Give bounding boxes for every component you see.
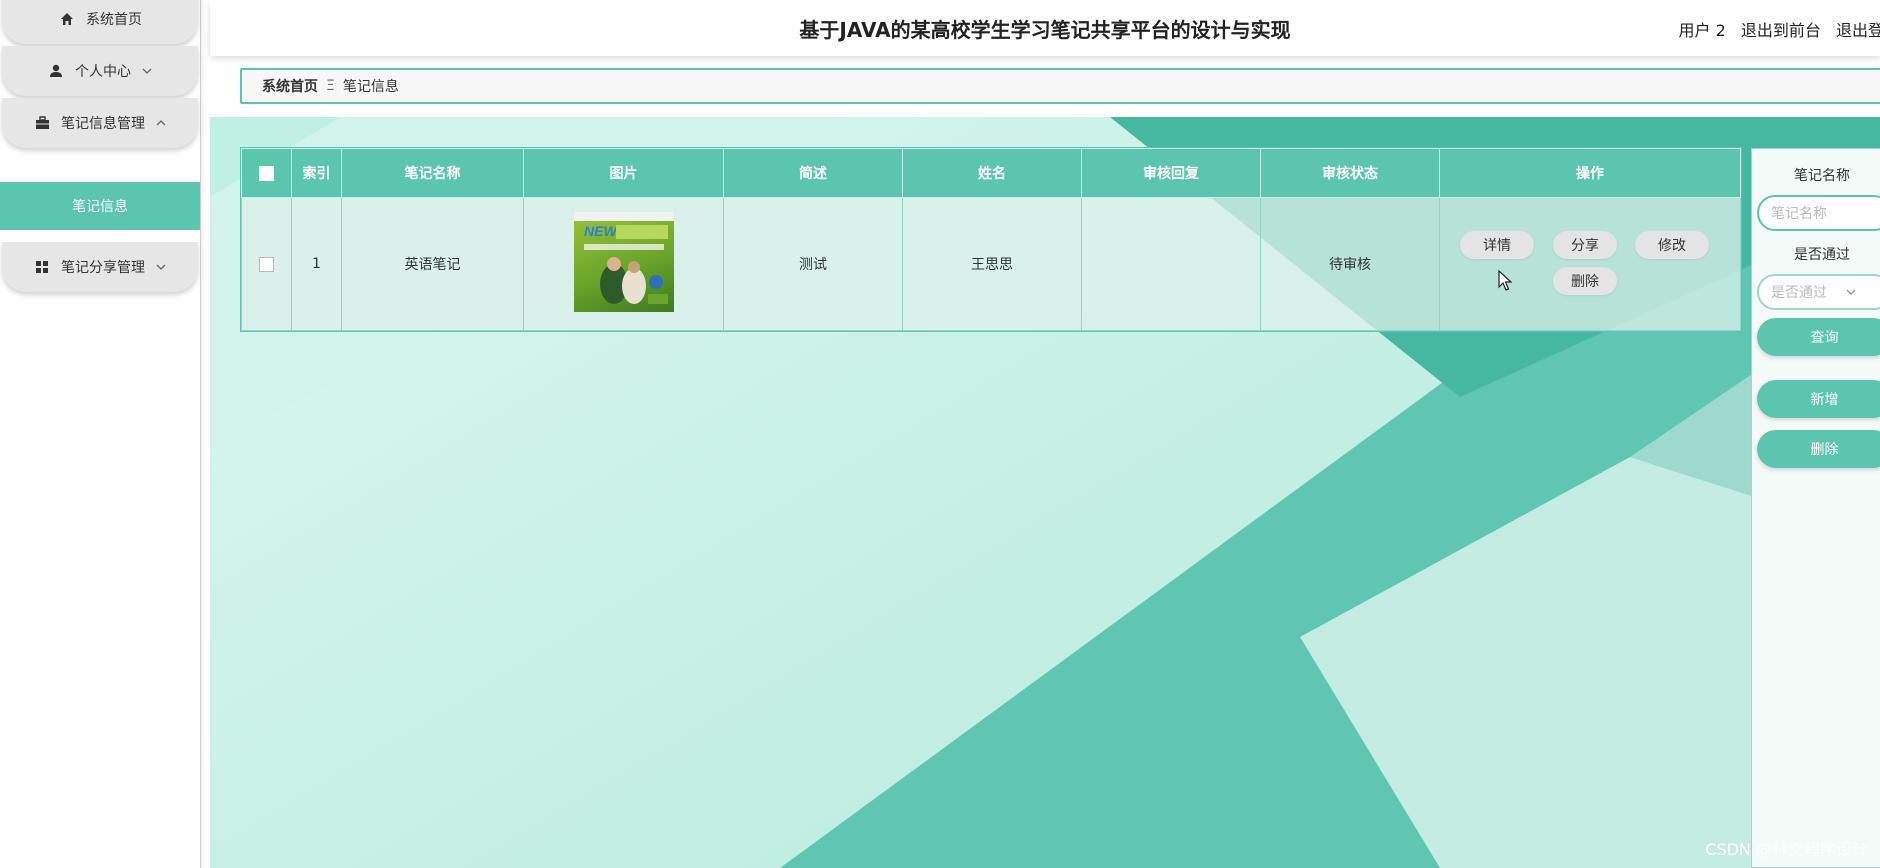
row-index: 1: [291, 197, 342, 331]
sidebar-item-label: 个人中心: [75, 64, 131, 80]
breadcrumb-home[interactable]: 系统首页: [262, 76, 318, 96]
sidebar-item-label: 系统首页: [86, 12, 142, 28]
notes-table: 索引 笔记名称 图片 简述 姓名 审核回复 审核状态 操作 1 英语笔记 NEW…: [240, 147, 1742, 332]
edit-button[interactable]: 修改: [1635, 231, 1709, 259]
column-header: 姓名: [902, 148, 1082, 198]
approval-label: 是否通过: [1794, 247, 1850, 263]
watermark-text: CSDN @林文程序设计: [1705, 840, 1868, 859]
sidebar-item-home[interactable]: 系统首页: [2, 0, 198, 44]
sidebar-item-profile[interactable]: 个人中心: [2, 46, 198, 96]
select-all-header: [241, 148, 292, 198]
chevron-up-icon: [155, 117, 167, 129]
sidebar-item-label: 笔记分享管理: [61, 260, 145, 276]
row-image-cell: NEW: [523, 197, 724, 331]
row-status: 待审核: [1260, 197, 1440, 331]
note-name-input[interactable]: 笔记名称: [1757, 195, 1880, 231]
bulk-delete-button[interactable]: 删除: [1757, 430, 1880, 468]
breadcrumb: 系统首页 Ξ 笔记信息: [240, 68, 1880, 104]
column-header: 操作: [1439, 148, 1741, 198]
query-button[interactable]: 查询: [1757, 318, 1880, 356]
header-user-area: 用户 2 退出到前台 退出登: [1669, 17, 1880, 41]
delete-row-button[interactable]: 删除: [1553, 267, 1617, 295]
row-note-name: 英语笔记: [341, 197, 524, 331]
briefcase-icon: [33, 114, 51, 132]
sidebar-shadow: [200, 0, 206, 868]
sidebar-item-share-management[interactable]: 笔记分享管理: [2, 242, 198, 292]
app-title: 基于JAVA的某高校学生学习笔记共享平台的设计与实现: [799, 18, 1291, 42]
row-reply: [1081, 197, 1261, 331]
add-button[interactable]: 新增: [1757, 380, 1880, 418]
logout-link[interactable]: 退出登: [1836, 21, 1880, 40]
home-icon: [58, 10, 76, 28]
row-person: 王思思: [902, 197, 1082, 331]
table-row: 1 英语笔记 NEW 测试 王思思 待审核 详情 分享 修改 删除: [241, 197, 1741, 331]
sidebar-subitem-note-info[interactable]: 笔记信息: [0, 182, 200, 230]
column-header: 图片: [523, 148, 724, 198]
user-icon: [47, 62, 65, 80]
note-cover-image: NEW: [573, 212, 674, 312]
row-checkbox[interactable]: [259, 256, 274, 272]
approval-select-placeholder: 是否通过: [1771, 285, 1827, 301]
chevron-down-icon: [1845, 286, 1857, 298]
top-header: 基于JAVA的某高校学生学习笔记共享平台的设计与实现 用户 2 退出到前台 退出…: [210, 0, 1880, 56]
select-all-checkbox[interactable]: [259, 165, 274, 181]
chevron-down-icon: [155, 261, 167, 273]
row-actions: 详情 分享 修改 删除: [1439, 197, 1741, 331]
grid-icon: [33, 258, 51, 276]
breadcrumb-current: 笔记信息: [342, 79, 399, 95]
detail-button[interactable]: 详情: [1460, 231, 1534, 259]
sidebar: 系统首页 个人中心 笔记信息管理 笔记信息 笔记分享管理: [0, 0, 201, 868]
mouse-cursor-icon: [1498, 269, 1513, 296]
column-header: 审核回复: [1081, 148, 1261, 198]
sidebar-item-label: 笔记信息: [72, 199, 128, 215]
row-select-cell: [241, 197, 292, 331]
column-header: 审核状态: [1260, 148, 1440, 198]
share-button[interactable]: 分享: [1553, 231, 1617, 259]
approval-select[interactable]: 是否通过: [1757, 274, 1880, 310]
sidebar-item-label: 笔记信息管理: [61, 116, 145, 132]
note-name-label: 笔记名称: [1794, 168, 1850, 184]
breadcrumb-separator-icon: Ξ: [326, 78, 335, 94]
column-header: 索引: [291, 148, 342, 198]
goto-front-link[interactable]: 退出到前台: [1741, 21, 1821, 40]
svg-text:NEW: NEW: [584, 223, 618, 239]
column-header: 笔记名称: [341, 148, 524, 198]
chevron-down-icon: [141, 65, 153, 77]
column-header: 简述: [723, 148, 903, 198]
table-header-row: 索引 笔记名称 图片 简述 姓名 审核回复 审核状态 操作: [241, 148, 1741, 198]
row-summary: 测试: [723, 197, 903, 331]
sidebar-item-note-management[interactable]: 笔记信息管理: [2, 98, 198, 148]
search-panel: 笔记名称 笔记名称 是否通过 是否通过 查询 新增 删除: [1751, 148, 1880, 868]
user-label: 用户 2: [1678, 21, 1726, 40]
